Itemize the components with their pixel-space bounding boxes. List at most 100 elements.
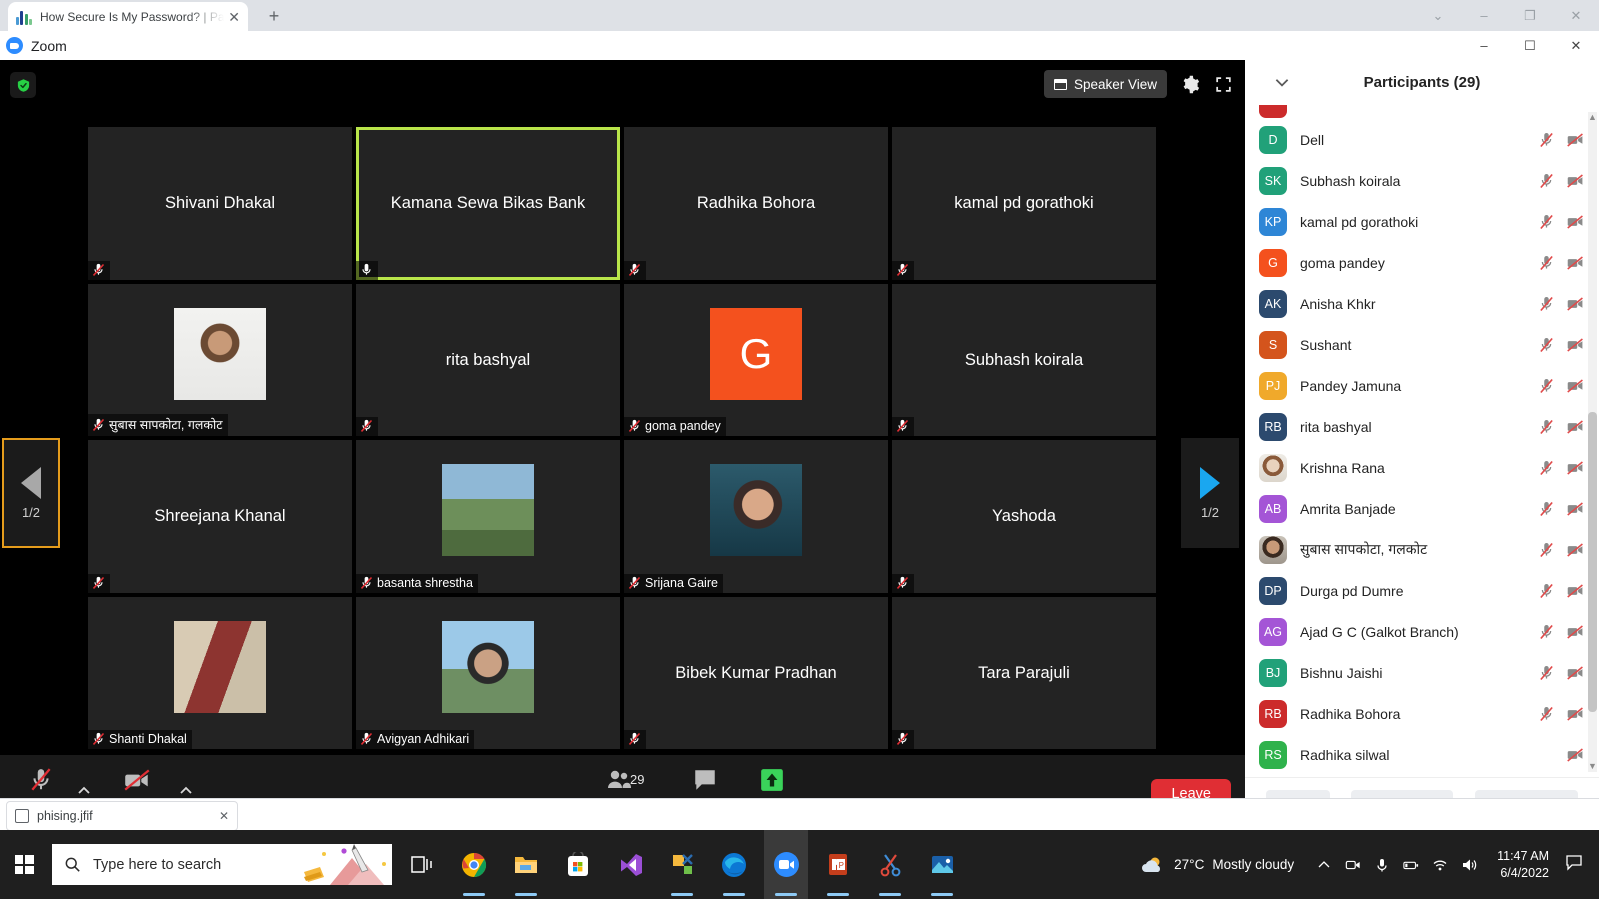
video-muted-icon[interactable] [1566,419,1585,435]
video-tile[interactable]: Shanti Dhakal [88,597,352,750]
video-tile[interactable]: सुबास सापकोटा, गलकोट [88,284,352,437]
microphone-icon[interactable] [1374,857,1390,873]
notification-center-button[interactable] [1559,853,1599,876]
mic-muted-icon[interactable] [1537,419,1556,435]
video-muted-icon[interactable] [1566,337,1585,353]
minimize-icon[interactable]: – [1461,0,1507,31]
download-item[interactable]: phising.jfif ✕ [6,801,238,831]
participant-row[interactable]: AB Amrita Banjade [1245,488,1599,529]
microsoft-store-icon[interactable] [556,830,600,899]
video-tile[interactable]: basanta shrestha [356,440,620,593]
video-muted-icon[interactable] [1566,378,1585,394]
video-muted-icon[interactable] [1566,583,1585,599]
gear-icon[interactable] [1181,75,1200,94]
video-tile[interactable]: Shreejana Khanal [88,440,352,593]
volume-icon[interactable] [1461,857,1477,873]
participant-row[interactable]: D Dell [1245,119,1599,160]
video-muted-icon[interactable] [1566,214,1585,230]
close-icon[interactable]: ✕ [1553,0,1599,31]
video-muted-icon[interactable] [1566,132,1585,148]
video-tile[interactable]: G goma pandey [624,284,888,437]
powerpoint-icon[interactable]: P [816,830,860,899]
scrollbar-thumb[interactable] [1588,412,1597,712]
mic-muted-icon[interactable] [1537,583,1556,599]
mic-muted-icon[interactable] [1537,460,1556,476]
participants-list[interactable]: D Dell SK Subhash koirala [1245,105,1599,777]
next-page-button[interactable]: 1/2 [1181,438,1239,548]
participant-row[interactable]: RB Radhika Bohora [1245,693,1599,734]
meeting-security-button[interactable] [10,72,36,98]
video-muted-icon[interactable] [1566,173,1585,189]
participant-row-partial[interactable] [1245,105,1599,119]
speaker-view-button[interactable]: Speaker View [1044,70,1167,98]
video-muted-icon[interactable] [1566,706,1585,722]
participant-row[interactable]: AG Ajad G C (Galkot Branch) [1245,611,1599,652]
scroll-down-icon[interactable]: ▼ [1588,761,1597,772]
participant-row[interactable]: S Sushant [1245,324,1599,365]
edge-icon[interactable] [712,830,756,899]
participant-row[interactable]: BJ Bishnu Jaishi [1245,652,1599,693]
video-tile[interactable]: Avigyan Adhikari [356,597,620,750]
video-muted-icon[interactable] [1566,665,1585,681]
participant-row[interactable]: सुबास सापकोटा, गलकोट [1245,529,1599,570]
participant-row[interactable]: AK Anisha Khkr [1245,283,1599,324]
video-tile[interactable]: Shivani Dhakal [88,127,352,280]
browser-tab[interactable]: How Secure Is My Password? | Pa ✕ [8,2,248,31]
mic-muted-icon[interactable] [1537,214,1556,230]
mic-muted-icon[interactable] [1537,173,1556,189]
video-tile[interactable]: Kamana Sewa Bikas Bank [356,127,620,280]
visual-studio-icon[interactable] [608,830,652,899]
video-tile[interactable]: kamal pd gorathoki [892,127,1156,280]
mic-muted-icon[interactable] [1537,501,1556,517]
scroll-up-icon[interactable]: ▲ [1588,112,1597,123]
video-tile[interactable]: Subhash koirala [892,284,1156,437]
zoom-icon[interactable] [764,830,808,899]
close-icon[interactable]: ✕ [219,809,229,823]
video-muted-icon[interactable] [1566,296,1585,312]
mic-muted-icon[interactable] [1537,296,1556,312]
mic-muted-icon[interactable] [1537,706,1556,722]
video-muted-icon[interactable] [1566,501,1585,517]
video-tile[interactable]: Yashoda [892,440,1156,593]
video-tile[interactable]: Bibek Kumar Pradhan [624,597,888,750]
participant-row[interactable]: KP kamal pd gorathoki [1245,201,1599,242]
video-options-caret[interactable] [178,783,194,799]
mic-muted-icon[interactable] [1537,337,1556,353]
chevron-down-icon[interactable]: ⌄ [1415,0,1461,31]
participant-row[interactable]: SK Subhash koirala [1245,160,1599,201]
snipping-tool-icon[interactable] [868,830,912,899]
wifi-icon[interactable] [1432,857,1448,873]
close-icon[interactable]: ✕ [1553,31,1599,60]
video-muted-icon[interactable] [1566,747,1585,763]
video-tile[interactable]: Srijana Gaire [624,440,888,593]
xampp-icon[interactable] [660,830,704,899]
chevron-up-icon[interactable] [1316,857,1332,873]
participant-row[interactable]: RS Radhika silwal [1245,734,1599,775]
mic-muted-icon[interactable] [1537,378,1556,394]
chrome-icon[interactable] [452,830,496,899]
file-explorer-icon[interactable] [504,830,548,899]
close-icon[interactable]: ✕ [228,10,240,24]
battery-icon[interactable] [1403,857,1419,873]
audio-options-caret[interactable] [76,783,92,799]
start-button[interactable] [0,830,48,899]
participant-row[interactable]: PJ Pandey Jamuna [1245,365,1599,406]
video-muted-icon[interactable] [1566,460,1585,476]
weather-widget[interactable]: 27°C Mostly cloudy [1128,855,1306,875]
video-muted-icon[interactable] [1566,624,1585,640]
video-muted-icon[interactable] [1566,255,1585,271]
mic-muted-icon[interactable] [1537,542,1556,558]
chevron-down-icon[interactable] [1273,73,1291,91]
participant-row[interactable]: DP Durga pd Dumre [1245,570,1599,611]
new-tab-button[interactable]: + [262,6,286,28]
participant-row[interactable]: Krishna Rana [1245,447,1599,488]
video-tile[interactable]: Tara Parajuli [892,597,1156,750]
minimize-icon[interactable]: – [1461,31,1507,60]
camera-icon[interactable] [1345,857,1361,873]
mic-muted-icon[interactable] [1537,255,1556,271]
video-tile[interactable]: rita bashyal [356,284,620,437]
participant-row[interactable]: RB rita bashyal [1245,406,1599,447]
previous-page-button[interactable]: 1/2 [2,438,60,548]
video-muted-icon[interactable] [1566,542,1585,558]
taskbar-clock[interactable]: 11:47 AM 6/4/2022 [1487,848,1559,882]
